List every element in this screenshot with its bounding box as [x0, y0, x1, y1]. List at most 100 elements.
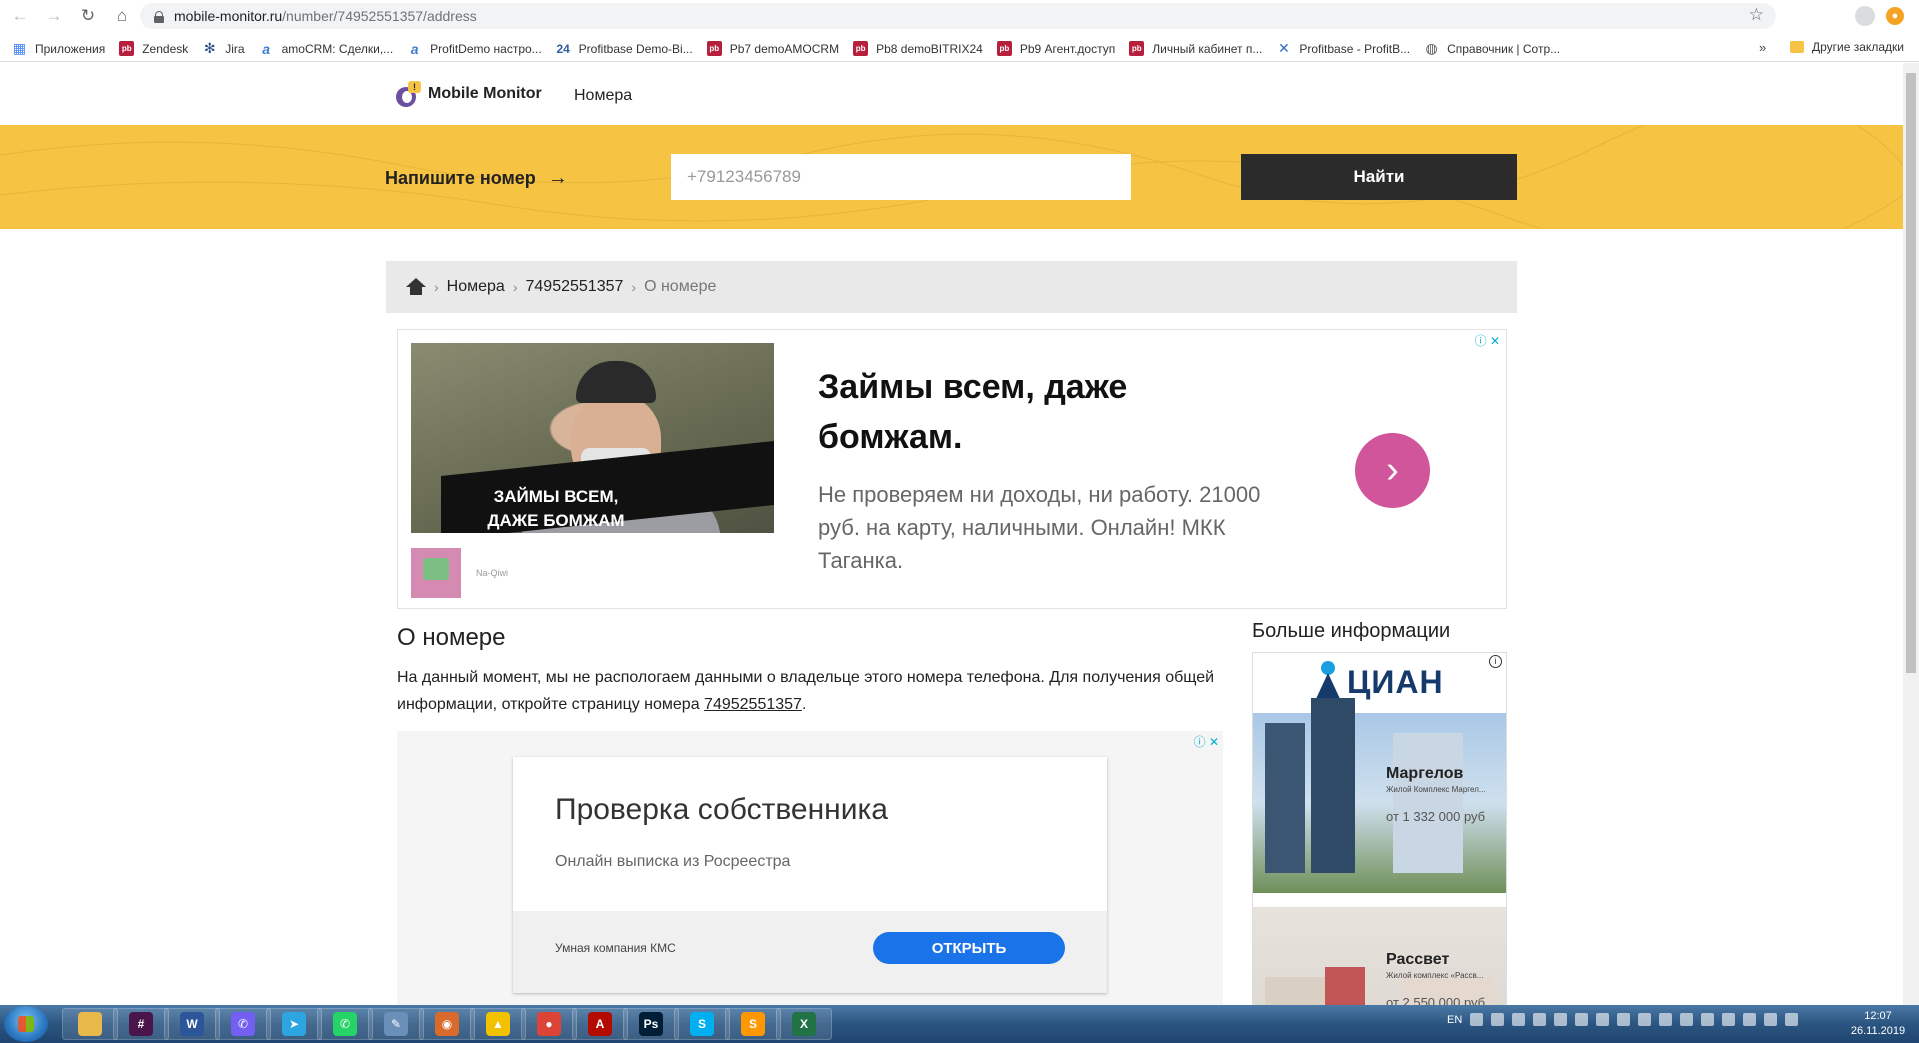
bookmark-item[interactable]: 24 Profitbase Demo-Bi... — [556, 41, 692, 56]
bookmark-item[interactable]: pb Pb7 demoAMOCRM — [706, 41, 840, 56]
bookmark-label: Pb9 Агент.доступ — [1019, 41, 1116, 56]
taskbar-app-archicad[interactable]: ▲ — [470, 1008, 526, 1040]
info-icon[interactable]: i — [1489, 655, 1502, 668]
breadcrumb-item-numbers[interactable]: Номера — [447, 278, 505, 296]
taskbar-app-acrobat[interactable]: A — [572, 1008, 628, 1040]
tray-icons[interactable] — [1470, 1013, 1806, 1026]
reload-icon[interactable]: ↻ — [74, 2, 102, 30]
viber-icon: ✆ — [231, 1012, 255, 1036]
breadcrumb-separator: › — [512, 279, 518, 295]
listing-card[interactable]: Рассвет Жилой комплекс «Рассв... от 2 55… — [1253, 907, 1506, 1005]
other-bookmarks-label: Другие закладки — [1812, 40, 1904, 54]
windows-taskbar: EN 12:07 26.11.2019 # W ✆ ➤ ✆ ✎ ◉ ▲ ● A Ps S S X — [0, 1005, 1919, 1043]
taskbar-app-explorer[interactable] — [62, 1008, 118, 1040]
taskbar-app-slack[interactable]: # — [113, 1008, 169, 1040]
bookmark-item[interactable]: pb Личный кабинет п... — [1129, 41, 1262, 56]
listing-name: Маргелов — [1386, 765, 1464, 782]
chevron-right-icon[interactable]: › — [1355, 433, 1430, 508]
taskbar-app-word[interactable]: W — [164, 1008, 220, 1040]
advertiser-logo[interactable] — [411, 548, 461, 598]
bookmark-item[interactable]: pb Pb9 Агент.доступ — [996, 41, 1116, 56]
listing-subtitle: Жилой Комплекс Маргел... — [1386, 785, 1486, 794]
logo-text: Mobile Monitor — [428, 85, 542, 102]
whatsapp-icon: ✆ — [333, 1012, 357, 1036]
system-clock[interactable]: 12:07 26.11.2019 — [1848, 1009, 1908, 1039]
paint-icon: ✎ — [384, 1012, 408, 1036]
taskbar-app-telegram[interactable]: ➤ — [266, 1008, 322, 1040]
taskbar-app-sublime[interactable]: S — [725, 1008, 781, 1040]
taskbar-app-eye-app[interactable]: ◉ — [419, 1008, 475, 1040]
nav-numbers-link[interactable]: Номера — [574, 87, 632, 105]
bookmark-label: Приложения — [35, 41, 106, 56]
bookmark-label: amoCRM: Сделки,... — [281, 41, 394, 56]
bookmark-star-icon[interactable]: ☆ — [1749, 5, 1764, 25]
taskbar-app-excel[interactable]: X — [776, 1008, 832, 1040]
bookmark-item[interactable]: ▦ Приложения — [12, 40, 106, 56]
archicad-icon: ▲ — [486, 1012, 510, 1036]
ad-choices-close-icon[interactable]: ⓘ ✕ — [1194, 733, 1219, 750]
bookmark-label: Pb7 demoAMOCRM — [729, 41, 840, 56]
listing-card[interactable]: Маргелов Жилой Комплекс Маргел... от 1 3… — [1253, 698, 1506, 893]
home-icon[interactable]: ⌂ — [108, 2, 136, 30]
more-bookmarks-chevron[interactable]: » — [1759, 40, 1766, 55]
home-icon[interactable] — [406, 278, 426, 296]
ad-card[interactable]: Проверка собственника Онлайн выписка из … — [513, 757, 1107, 993]
taskbar-app-paint[interactable]: ✎ — [368, 1008, 424, 1040]
other-bookmarks-folder[interactable]: Другие закладки — [1790, 40, 1904, 54]
profitbase-icon: ✕ — [1278, 40, 1290, 56]
ad-photo-caption: ЗАЙМЫ ВСЕМ, ДАЖЕ БОМЖАМ — [487, 487, 625, 530]
taskbar-app-whatsapp[interactable]: ✆ — [317, 1008, 373, 1040]
search-button[interactable]: Найти — [1241, 154, 1517, 200]
number-page-link[interactable]: 74952551357 — [704, 696, 802, 713]
open-button[interactable]: ОТКРЫТЬ — [873, 932, 1065, 964]
back-arrow-icon[interactable]: ← — [6, 2, 34, 30]
ad-choices-close-icon[interactable]: ⓘ ✕ — [1475, 332, 1500, 349]
breadcrumb-current: О номере — [644, 278, 717, 295]
bookmark-item[interactable]: a amoCRM: Сделки,... — [259, 40, 394, 57]
bookmark-item[interactable]: pb Pb8 demoBITRIX24 — [853, 41, 983, 56]
taskbar-app-chrome[interactable]: ● — [521, 1008, 577, 1040]
breadcrumb: › Номера › 74952551357 › О номере — [386, 261, 1517, 313]
ad-photo[interactable]: ЗАЙМЫ ВСЕМ, ДАЖЕ БОМЖАМ — [411, 343, 774, 533]
map-pin-icon — [1315, 661, 1343, 701]
site-header: ! Mobile Monitor Номера — [0, 63, 1903, 125]
skype-icon: S — [690, 1012, 714, 1036]
extension-icon[interactable]: ● — [1886, 7, 1904, 25]
bookmark-item[interactable]: ✕ Profitbase - ProfitB... — [1276, 40, 1410, 56]
listing-price: от 1 332 000 руб — [1386, 809, 1486, 824]
pb-icon: pb — [119, 41, 135, 56]
page-scrollbar[interactable] — [1903, 63, 1919, 1005]
taskbar-app-viber[interactable]: ✆ — [215, 1008, 271, 1040]
taskbar-app-photoshop[interactable]: Ps — [623, 1008, 679, 1040]
loan-ad[interactable]: ⓘ ✕ ЗАЙМЫ ВСЕМ, ДАЖЕ БОМЖАМ Na-Qiwi Займ… — [397, 329, 1507, 609]
profile-avatar-icon[interactable] — [1855, 6, 1875, 26]
ad-subtitle: Онлайн выписка из Росреестра — [555, 853, 791, 870]
chrome-icon: ● — [537, 1012, 561, 1036]
start-button[interactable] — [4, 1006, 48, 1042]
owner-check-ad[interactable]: ⓘ ✕ Проверка собственника Онлайн выписка… — [397, 731, 1223, 1005]
sublime-icon: S — [741, 1012, 765, 1036]
address-bar[interactable]: mobile-monitor.ru/number/74952551357/add… — [140, 3, 1776, 29]
language-indicator[interactable]: EN — [1447, 1014, 1462, 1026]
ad-title[interactable]: Займы всем, даже бомжам. — [818, 362, 1178, 462]
scroll-thumb[interactable] — [1906, 73, 1916, 673]
bookmark-item[interactable]: pb Zendesk — [119, 41, 188, 56]
taskbar-app-skype[interactable]: S — [674, 1008, 730, 1040]
pb-icon: pb — [706, 41, 722, 56]
ad-title[interactable]: Проверка собственника — [555, 793, 888, 827]
forward-arrow-icon[interactable]: → — [40, 2, 68, 30]
breadcrumb-item-number[interactable]: 74952551357 — [526, 278, 624, 296]
amocrm-icon: a — [262, 40, 270, 57]
phone-search-input[interactable]: +79123456789 — [671, 154, 1131, 200]
pb-icon: pb — [1129, 41, 1145, 56]
site-logo[interactable]: ! Mobile Monitor — [396, 81, 542, 107]
bookmark-item[interactable]: ✻ Jira — [202, 40, 245, 56]
bitrix24-icon: 24 — [556, 41, 570, 56]
bookmark-item[interactable]: a ProfitDemo настро... — [407, 41, 542, 57]
arrow-right-icon: → — [547, 167, 568, 189]
url-path: /number/74952551357/address — [282, 8, 477, 24]
acrobat-icon: A — [588, 1012, 612, 1036]
cian-ad[interactable]: i ЦИАН Маргелов Жилой Комплекс Маргел...… — [1252, 652, 1507, 1005]
bookmark-item[interactable]: ◍ Справочник | Сотр... — [1424, 40, 1560, 56]
listing-name: Рассвет — [1386, 951, 1450, 968]
